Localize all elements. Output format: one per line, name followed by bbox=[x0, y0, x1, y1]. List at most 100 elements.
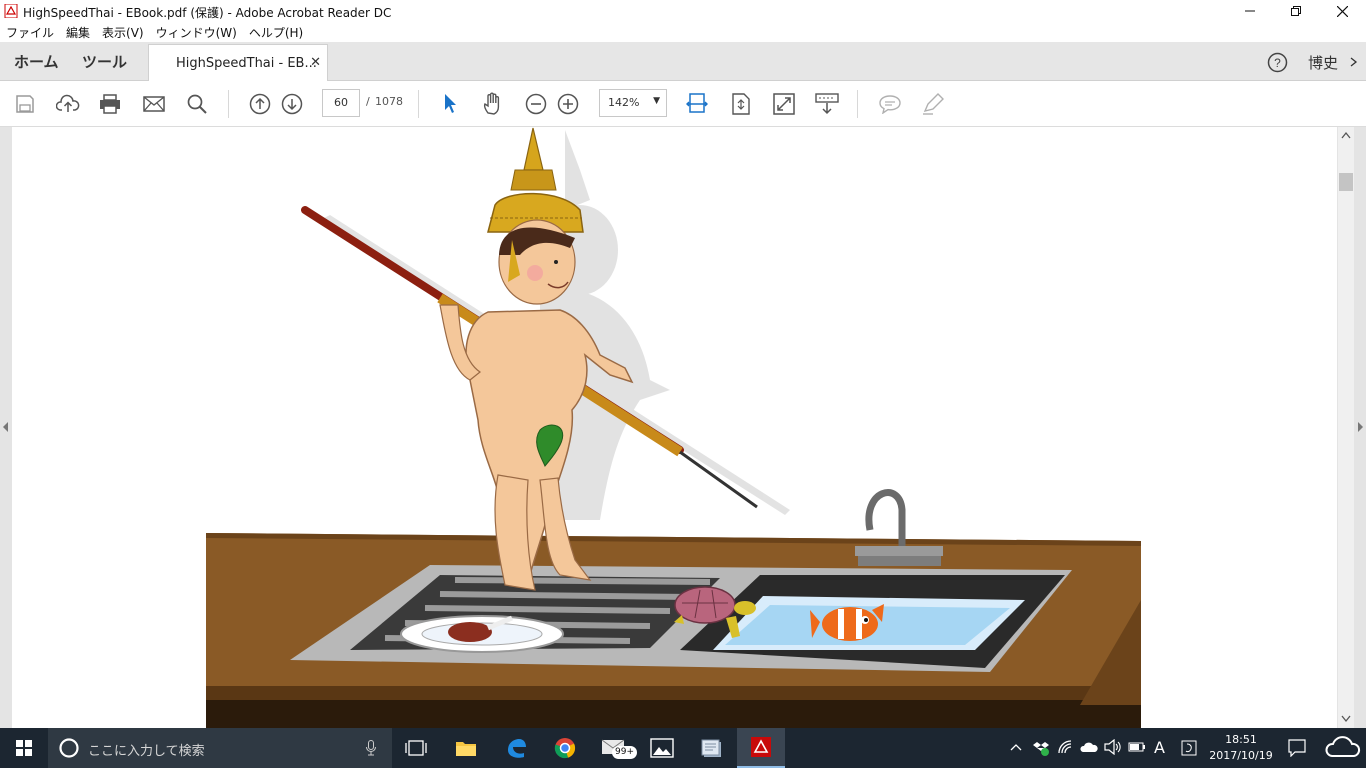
toolbar: 60 / 1078 142% ▼ bbox=[0, 81, 1366, 127]
email-button[interactable] bbox=[141, 91, 167, 117]
fit-width-icon bbox=[686, 93, 708, 113]
user-name[interactable]: 博史 bbox=[1308, 52, 1338, 73]
zoom-out-icon bbox=[525, 93, 547, 115]
photos-icon bbox=[650, 738, 674, 758]
toolbar-divider bbox=[228, 90, 229, 118]
minimize-button[interactable] bbox=[1227, 0, 1273, 22]
next-page-button[interactable] bbox=[279, 91, 305, 117]
menu-bar: ファイル 編集 表示(V) ウィンドウ(W) ヘルプ(H) bbox=[0, 22, 1366, 42]
dropbox-icon[interactable] bbox=[1033, 740, 1049, 756]
edge-browser-button[interactable] bbox=[492, 728, 540, 768]
read-mode-button[interactable] bbox=[814, 91, 840, 117]
folder-icon bbox=[456, 742, 476, 756]
scrollbar-thumb[interactable] bbox=[1339, 173, 1353, 191]
menu-edit[interactable]: 編集 bbox=[60, 24, 96, 41]
task-view-icon bbox=[405, 740, 427, 756]
full-screen-button[interactable] bbox=[771, 91, 797, 117]
restore-icon bbox=[1291, 6, 1301, 16]
acrobat-pdf-icon bbox=[4, 4, 18, 18]
page-number-input[interactable]: 60 bbox=[322, 89, 360, 117]
toolbar-divider bbox=[857, 90, 858, 118]
start-button[interactable] bbox=[0, 728, 48, 768]
print-icon bbox=[100, 94, 120, 114]
ime-mode-icon[interactable] bbox=[1181, 740, 1197, 756]
title-bar: HighSpeedThai - EBook.pdf (保護) - Adobe A… bbox=[0, 0, 1366, 22]
tray-chevron-up-icon[interactable] bbox=[1010, 743, 1022, 751]
help-icon[interactable]: ? bbox=[1267, 52, 1288, 73]
hand-tool-icon bbox=[483, 92, 500, 115]
close-tab-icon[interactable]: ✕ bbox=[310, 55, 321, 70]
photos-button[interactable] bbox=[638, 728, 686, 768]
cloud-upload-icon bbox=[56, 94, 80, 112]
cortana-icon bbox=[59, 738, 79, 758]
zoom-in-button[interactable] bbox=[555, 91, 581, 117]
chrome-button[interactable] bbox=[541, 728, 589, 768]
hand-tool-button[interactable] bbox=[480, 91, 506, 117]
highlight-button[interactable] bbox=[920, 91, 946, 117]
fit-page-icon bbox=[732, 93, 750, 115]
vertical-scrollbar[interactable] bbox=[1338, 127, 1354, 728]
app-window-button[interactable] bbox=[688, 728, 736, 768]
document-viewport[interactable] bbox=[0, 127, 1366, 728]
mail-button[interactable]: 99+ bbox=[590, 728, 638, 768]
tab-home[interactable]: ホーム bbox=[14, 42, 59, 80]
print-button[interactable] bbox=[97, 91, 123, 117]
search-placeholder: ここに入力して検索 bbox=[88, 744, 205, 759]
acrobat-icon bbox=[751, 737, 771, 757]
tab-document[interactable]: HighSpeedThai - EB... ✕ bbox=[148, 44, 328, 82]
fit-width-button[interactable] bbox=[684, 91, 710, 117]
scroll-up-icon[interactable] bbox=[1341, 131, 1351, 139]
close-button[interactable] bbox=[1319, 0, 1365, 22]
tab-tools[interactable]: ツール bbox=[82, 42, 127, 80]
page-total: 1078 bbox=[375, 95, 403, 108]
previous-page-button[interactable] bbox=[247, 91, 273, 117]
scroll-down-icon[interactable] bbox=[1341, 715, 1351, 723]
clock-date: 2017/10/19 bbox=[1209, 749, 1273, 762]
boy-figure bbox=[439, 127, 634, 591]
cloud-upload-button[interactable] bbox=[55, 91, 81, 117]
page-separator: / bbox=[366, 95, 370, 108]
page-down-icon bbox=[281, 93, 303, 115]
save-button[interactable] bbox=[12, 91, 38, 117]
search-button[interactable] bbox=[184, 91, 210, 117]
restore-button[interactable] bbox=[1273, 0, 1319, 22]
task-view-button[interactable] bbox=[392, 728, 440, 768]
full-screen-icon bbox=[773, 93, 795, 115]
volume-icon[interactable] bbox=[1104, 739, 1122, 755]
menu-file[interactable]: ファイル bbox=[0, 24, 60, 41]
menu-window[interactable]: ウィンドウ(W) bbox=[150, 24, 243, 41]
right-panel-toggle-icon[interactable] bbox=[1356, 421, 1364, 433]
zoom-in-icon bbox=[557, 93, 579, 115]
windows-logo-icon bbox=[16, 740, 32, 756]
zoom-select[interactable]: 142% ▼ bbox=[599, 89, 667, 117]
email-icon bbox=[143, 96, 165, 112]
tab-document-label: HighSpeedThai - EB... bbox=[176, 56, 317, 71]
window-title: HighSpeedThai - EBook.pdf (保護) - Adobe A… bbox=[23, 6, 392, 20]
system-clock[interactable]: 18:51 2017/10/19 bbox=[1203, 732, 1279, 764]
chevron-down-icon: ▼ bbox=[653, 96, 660, 106]
microphone-icon[interactable] bbox=[366, 740, 376, 756]
taskbar-search-box[interactable]: ここに入力して検索 bbox=[48, 728, 392, 768]
onedrive-icon[interactable] bbox=[1080, 740, 1098, 754]
read-mode-icon bbox=[815, 93, 839, 115]
battery-icon[interactable] bbox=[1128, 741, 1146, 753]
menu-view[interactable]: 表示(V) bbox=[96, 24, 150, 41]
chevron-right-icon[interactable] bbox=[1350, 57, 1358, 67]
fit-page-button[interactable] bbox=[728, 91, 754, 117]
window-stack-icon bbox=[701, 739, 721, 757]
menu-help[interactable]: ヘルプ(H) bbox=[243, 24, 309, 41]
ime-indicator[interactable]: A bbox=[1154, 738, 1165, 757]
clock-time: 18:51 bbox=[1225, 733, 1257, 746]
comment-button[interactable] bbox=[877, 91, 903, 117]
file-explorer-button[interactable] bbox=[442, 728, 490, 768]
action-center-icon[interactable] bbox=[1288, 739, 1306, 757]
select-arrow-icon bbox=[445, 94, 456, 113]
acrobat-taskbar-button[interactable] bbox=[737, 728, 785, 768]
save-icon bbox=[16, 95, 34, 113]
left-panel-toggle-icon[interactable] bbox=[2, 421, 10, 433]
zoom-out-button[interactable] bbox=[523, 91, 549, 117]
cloud-sync-icon[interactable] bbox=[1325, 736, 1361, 760]
highlight-icon bbox=[923, 93, 944, 115]
wifi-icon[interactable] bbox=[1058, 740, 1074, 756]
select-tool-button[interactable] bbox=[437, 91, 463, 117]
